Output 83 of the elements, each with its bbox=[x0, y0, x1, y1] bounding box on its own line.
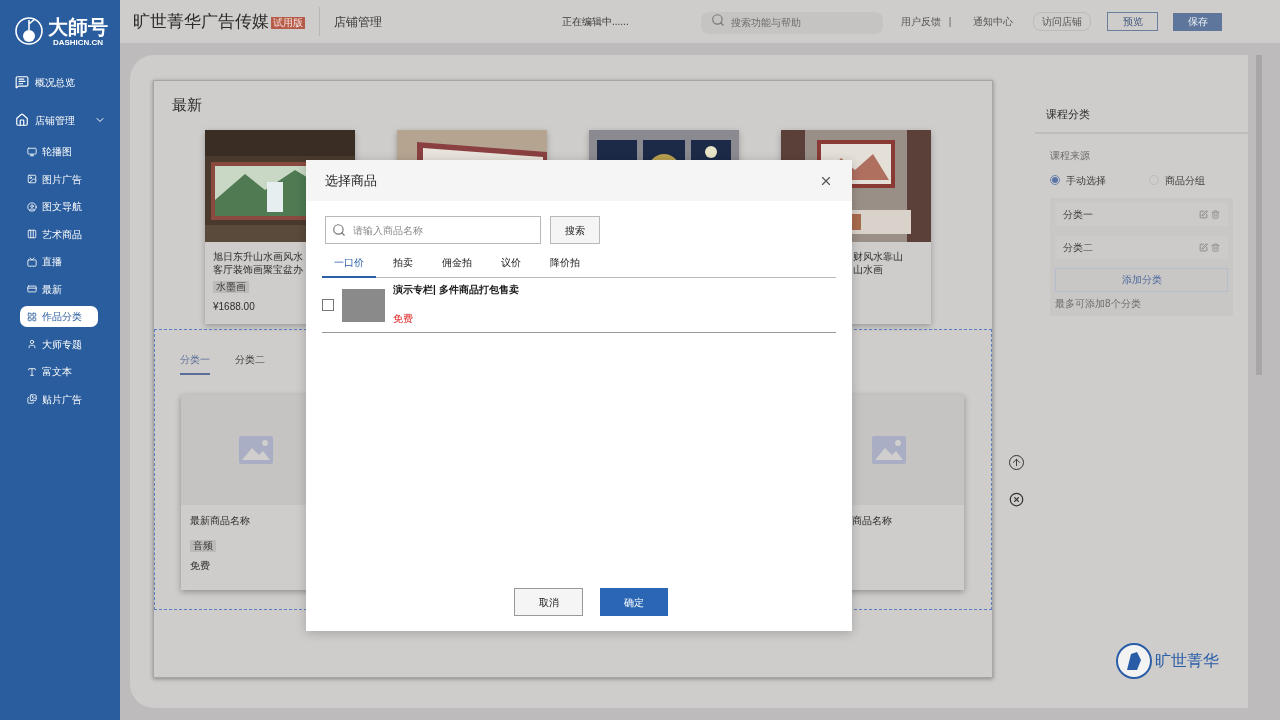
field-label: 课程来源 bbox=[1050, 148, 1091, 163]
search-icon bbox=[332, 223, 346, 237]
brand-name: 旷世菁华 bbox=[1155, 651, 1219, 671]
sidebar-item[interactable]: 大师专题 bbox=[20, 333, 98, 355]
sidebar-item[interactable]: 图片广告 bbox=[20, 168, 98, 190]
radio-label: 手动选择 bbox=[1066, 173, 1106, 188]
product-title: 山水画 bbox=[853, 262, 883, 276]
confirm-button[interactable]: 确定 bbox=[600, 588, 668, 616]
panel-title: 课程分类 bbox=[1046, 107, 1091, 122]
sidebar-item[interactable]: 富文本 bbox=[20, 361, 98, 383]
text-icon bbox=[27, 366, 37, 377]
user-icon bbox=[27, 339, 37, 350]
sidebar-item[interactable]: 图文导航 bbox=[20, 196, 98, 218]
link-separator: | bbox=[948, 15, 952, 29]
header-link[interactable]: 用户反馈 bbox=[900, 14, 941, 29]
image-placeholder-icon bbox=[872, 435, 906, 464]
product-title: 旭日东升山水画风水 bbox=[213, 249, 303, 263]
edit-icon[interactable] bbox=[1199, 242, 1208, 252]
user-circle-icon bbox=[27, 201, 37, 212]
trial-badge: 试用版 bbox=[271, 16, 305, 29]
product-title: 最新商品名称 bbox=[190, 513, 250, 528]
product-title: 客厅装饰画聚宝盆办 bbox=[213, 262, 303, 276]
product-title: 财风水靠山 bbox=[853, 249, 903, 263]
logo-domain: DASHICN.CN bbox=[52, 37, 104, 47]
product-thumbnail bbox=[342, 288, 385, 322]
cancel-button[interactable]: 取消 bbox=[514, 588, 583, 616]
tab[interactable]: 一口价 bbox=[322, 255, 376, 278]
product-tag: 音频 bbox=[190, 539, 216, 552]
search-field[interactable]: 请输入商品名称 bbox=[325, 216, 541, 244]
product-tag: 水墨画 bbox=[213, 280, 249, 293]
sidebar-item[interactable]: 最新 bbox=[20, 278, 98, 300]
tab[interactable]: 议价 bbox=[484, 255, 538, 278]
product-title: 商品名称 bbox=[852, 513, 893, 528]
preview-button[interactable]: 预览 bbox=[1107, 12, 1159, 31]
brand-emblem-icon bbox=[1115, 642, 1153, 680]
grid-icon bbox=[27, 311, 37, 322]
category-name: 分类一 bbox=[1063, 207, 1094, 222]
tab[interactable]: 拍卖 bbox=[376, 255, 430, 278]
card-icon bbox=[27, 284, 37, 295]
search-field[interactable]: 搜索功能与帮助 bbox=[700, 11, 883, 34]
visit-store-button[interactable]: 访问店铺 bbox=[1033, 12, 1092, 31]
remove-icon[interactable] bbox=[1009, 492, 1024, 507]
monitor-icon bbox=[27, 146, 37, 157]
home-icon bbox=[15, 113, 29, 127]
search-button[interactable]: 搜索 bbox=[550, 216, 600, 244]
sidebar-item[interactable]: 直播 bbox=[20, 251, 98, 273]
sidebar-item[interactable]: 店铺管理 bbox=[0, 102, 120, 138]
hint-text: 最多可添加8个分类 bbox=[1055, 296, 1142, 311]
add-category-button[interactable]: 添加分类 bbox=[1055, 267, 1228, 292]
image-placeholder-icon bbox=[239, 435, 273, 464]
image-icon bbox=[27, 174, 37, 185]
sidebar-item[interactable]: 作品分类 bbox=[20, 306, 98, 328]
logo-icon bbox=[14, 16, 44, 46]
product-price: ¥1688.00 bbox=[213, 299, 255, 314]
header-link[interactable]: 通知中心 bbox=[973, 14, 1014, 29]
message-icon bbox=[15, 75, 29, 89]
editing-status: 正在编辑中...... bbox=[562, 15, 629, 29]
company-name: 旷世菁华广告传媒 bbox=[133, 10, 269, 33]
sidebar-item[interactable]: 艺术商品 bbox=[20, 223, 98, 245]
radio-label: 商品分组 bbox=[1165, 173, 1205, 188]
sidebar-item[interactable]: 轮播图 bbox=[20, 141, 98, 163]
tab[interactable]: 佣金拍 bbox=[430, 255, 484, 278]
delete-icon[interactable] bbox=[1211, 209, 1220, 219]
tab[interactable]: 降价拍 bbox=[538, 255, 592, 278]
sidebar-item[interactable]: 贴片广告 bbox=[20, 388, 98, 410]
save-button[interactable]: 保存 bbox=[1173, 12, 1223, 31]
radio-button[interactable] bbox=[1050, 175, 1060, 185]
delete-icon[interactable] bbox=[1211, 242, 1220, 252]
images-icon bbox=[27, 394, 37, 405]
columns-icon bbox=[27, 229, 37, 240]
product-price: 免费 bbox=[190, 558, 210, 573]
product-title: 演示专栏| 多件商品打包售卖 bbox=[393, 283, 519, 297]
category-name: 分类二 bbox=[1063, 240, 1094, 255]
section-heading: 最新 bbox=[172, 95, 203, 115]
checkbox[interactable] bbox=[322, 299, 334, 311]
category-tab[interactable]: 分类一 bbox=[180, 351, 210, 375]
category-tab[interactable]: 分类二 bbox=[235, 351, 265, 375]
section-title: 店铺管理 bbox=[334, 13, 382, 31]
tv-icon bbox=[27, 256, 37, 267]
product-price: 免费 bbox=[393, 312, 414, 326]
logo-name: 大師号 bbox=[48, 15, 108, 38]
edit-icon[interactable] bbox=[1199, 209, 1208, 219]
sidebar-item[interactable]: 概况总览 bbox=[0, 64, 120, 100]
